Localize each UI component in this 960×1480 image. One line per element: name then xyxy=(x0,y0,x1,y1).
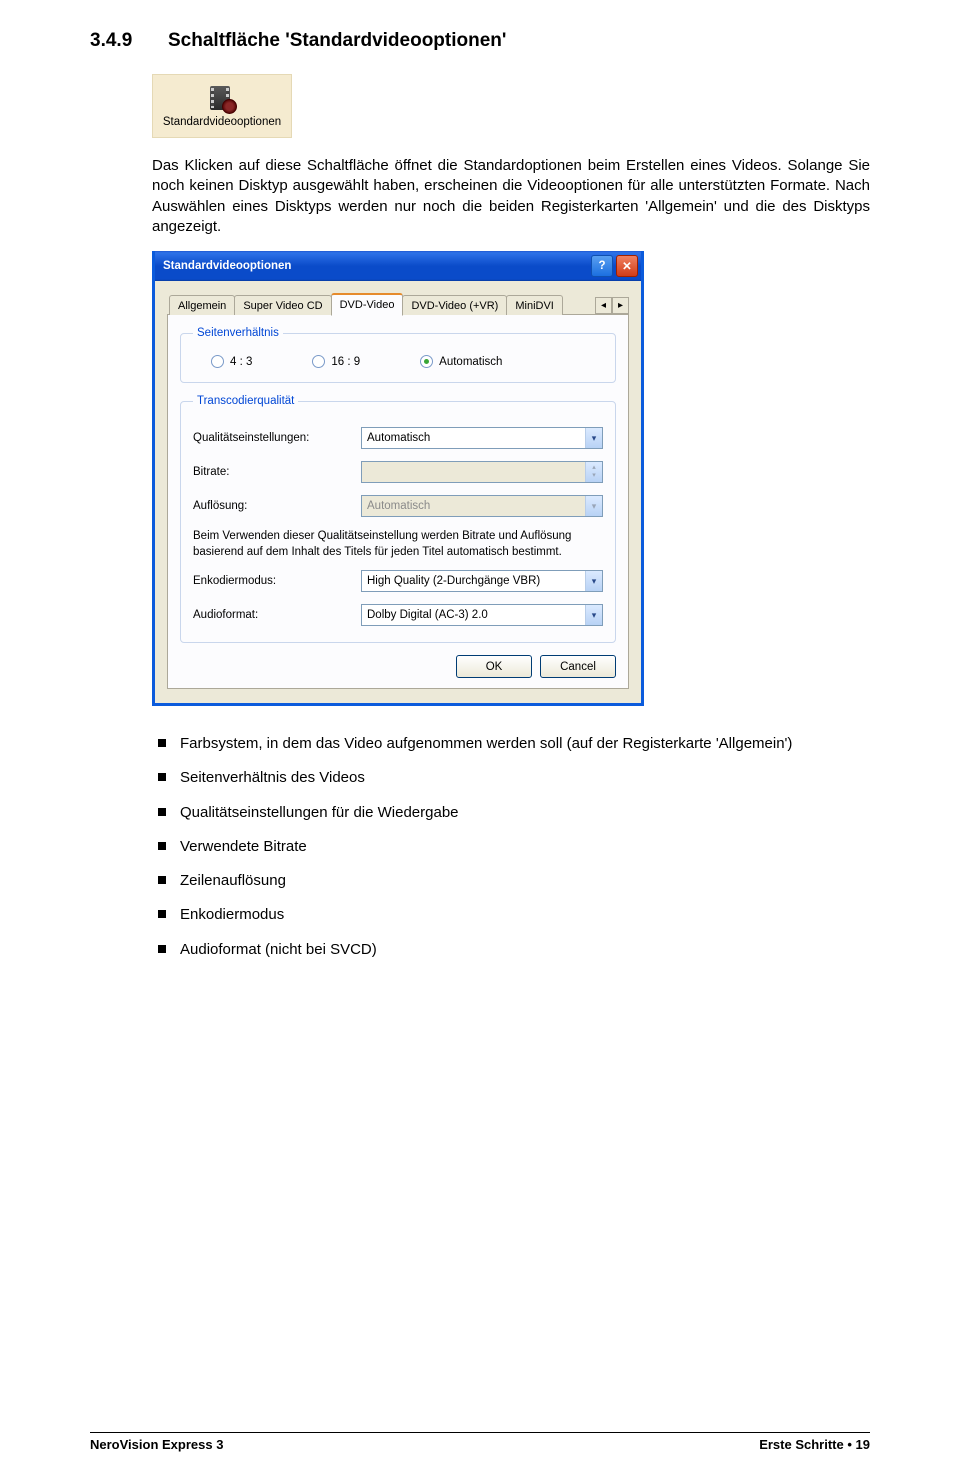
chevron-down-icon: ▾ xyxy=(585,496,602,516)
tab-dvd-video-vr[interactable]: DVD-Video (+VR) xyxy=(402,295,507,315)
quality-group: Transcodierqualität Qualitätseinstellung… xyxy=(180,395,616,643)
chevron-left-icon: ◂ xyxy=(601,300,606,311)
list-item: Farbsystem, in dem das Video aufgenommen… xyxy=(152,734,870,754)
page-footer: NeroVision Express 3 Erste Schritte • 19 xyxy=(90,1432,870,1452)
feature-list: Farbsystem, in dem das Video aufgenommen… xyxy=(152,734,870,960)
ok-label: OK xyxy=(486,661,503,673)
chevron-down-icon: ▾ xyxy=(585,571,602,591)
paragraph-1: Das Klicken auf diese Schaltfläche öffne… xyxy=(152,156,870,237)
tab-svcd[interactable]: Super Video CD xyxy=(234,295,331,315)
cancel-button[interactable]: Cancel xyxy=(540,655,616,678)
cancel-label: Cancel xyxy=(560,661,596,673)
tab-scroll-right[interactable]: ▸ xyxy=(612,297,629,314)
aspect-group: Seitenverhältnis 4 : 3 16 : 9 Automatisc… xyxy=(180,327,616,383)
aspect-16-9[interactable]: 16 : 9 xyxy=(312,355,360,368)
encode-combo[interactable]: High Quality (2-Durchgänge VBR) ▾ xyxy=(361,570,603,592)
encode-value: High Quality (2-Durchgänge VBR) xyxy=(367,575,540,587)
chevron-right-icon: ▸ xyxy=(618,300,623,311)
dialog-title: Standardvideooptionen xyxy=(163,260,291,272)
radio-icon xyxy=(312,355,325,368)
toolbar-button-label: Standardvideooptionen xyxy=(163,116,281,128)
quality-legend: Transcodierqualität xyxy=(193,395,298,407)
help-button[interactable]: ? xyxy=(591,255,613,277)
chevron-down-icon: ▾ xyxy=(585,428,602,448)
std-video-options-button[interactable]: Standardvideooptionen xyxy=(152,74,292,138)
audio-combo[interactable]: Dolby Digital (AC-3) 2.0 ▾ xyxy=(361,604,603,626)
bitrate-spinner[interactable]: ▴▾ xyxy=(361,461,603,483)
tab-panel: Seitenverhältnis 4 : 3 16 : 9 Automatisc… xyxy=(167,315,629,689)
resolution-combo[interactable]: Automatisch ▾ xyxy=(361,495,603,517)
encode-label: Enkodiermodus: xyxy=(193,575,361,587)
std-video-options-dialog: Standardvideooptionen ? ✕ Allgemein Supe… xyxy=(152,251,644,706)
chevron-down-icon: ▾ xyxy=(585,605,602,625)
list-item: Seitenverhältnis des Videos xyxy=(152,768,870,788)
aspect-legend: Seitenverhältnis xyxy=(193,327,283,339)
ok-button[interactable]: OK xyxy=(456,655,532,678)
radio-icon xyxy=(420,355,433,368)
section-title: Schaltfläche 'Standardvideooptionen' xyxy=(168,30,506,51)
list-item: Enkodiermodus xyxy=(152,905,870,925)
radio-label: 4 : 3 xyxy=(230,356,252,368)
quality-combo[interactable]: Automatisch ▾ xyxy=(361,427,603,449)
radio-label: Automatisch xyxy=(439,356,502,368)
resolution-label: Auflösung: xyxy=(193,500,361,512)
audio-value: Dolby Digital (AC-3) 2.0 xyxy=(367,609,488,621)
tab-strip: Allgemein Super Video CD DVD-Video DVD-V… xyxy=(167,291,629,315)
quality-value: Automatisch xyxy=(367,432,430,444)
list-item: Audioformat (nicht bei SVCD) xyxy=(152,940,870,960)
bitrate-label: Bitrate: xyxy=(193,466,361,478)
close-button[interactable]: ✕ xyxy=(616,255,638,277)
list-item: Zeilenauflösung xyxy=(152,871,870,891)
radio-icon xyxy=(211,355,224,368)
audio-label: Audioformat: xyxy=(193,609,361,621)
aspect-auto[interactable]: Automatisch xyxy=(420,355,502,368)
radio-label: 16 : 9 xyxy=(331,356,360,368)
dialog-titlebar: Standardvideooptionen ? ✕ xyxy=(155,251,641,281)
list-item: Qualitätseinstellungen für die Wiedergab… xyxy=(152,803,870,823)
footer-left: NeroVision Express 3 xyxy=(90,1437,223,1452)
tab-scroll-left[interactable]: ◂ xyxy=(595,297,612,314)
resolution-value: Automatisch xyxy=(367,500,430,512)
filmstrip-icon xyxy=(207,84,237,114)
quality-label: Qualitätseinstellungen: xyxy=(193,432,361,444)
spinner-arrows-icon: ▴▾ xyxy=(585,462,602,482)
tab-minidvi[interactable]: MiniDVI xyxy=(506,295,563,315)
footer-right: Erste Schritte • 19 xyxy=(759,1437,870,1452)
tab-dvd-video[interactable]: DVD-Video xyxy=(331,293,404,316)
list-item: Verwendete Bitrate xyxy=(152,837,870,857)
quality-note: Beim Verwenden dieser Qualitätseinstellu… xyxy=(193,529,603,560)
aspect-4-3[interactable]: 4 : 3 xyxy=(211,355,252,368)
section-number: 3.4.9 xyxy=(90,30,168,52)
section-heading: 3.4.9Schaltfläche 'Standardvideooptionen… xyxy=(90,30,870,52)
tab-allgemein[interactable]: Allgemein xyxy=(169,295,235,315)
